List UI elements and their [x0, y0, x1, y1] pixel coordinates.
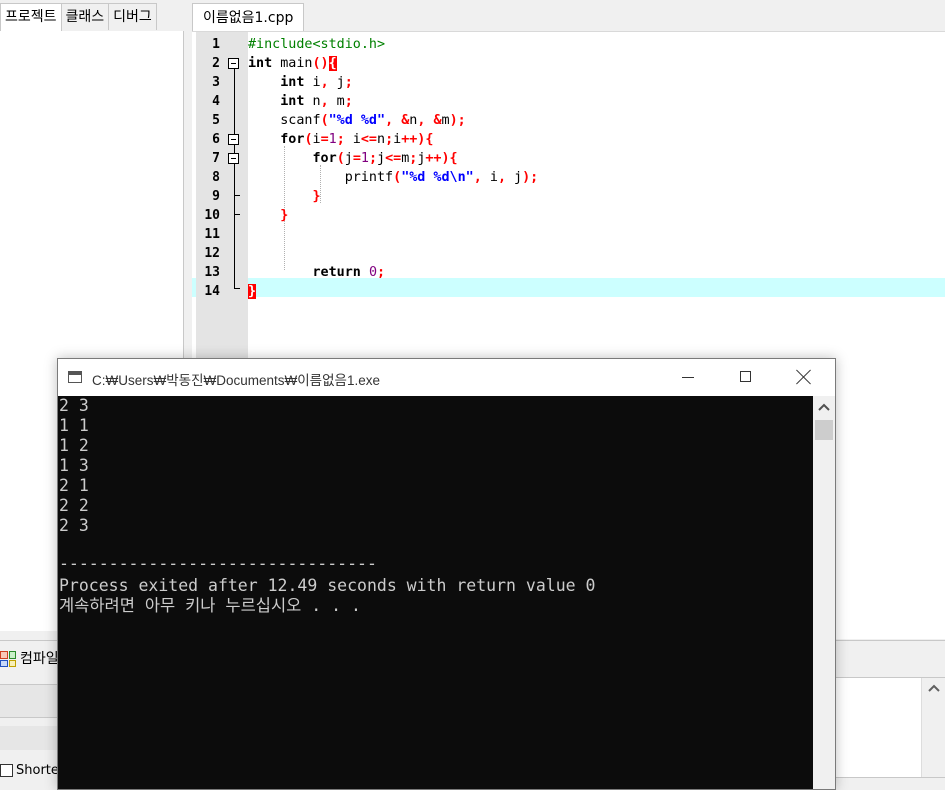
close-icon — [796, 369, 812, 385]
code-line-6: for(i=1; i<=n;i++){ — [280, 132, 434, 147]
line-number: 10 — [204, 208, 220, 223]
tab-file[interactable]: 이름없음1.cpp — [192, 3, 305, 32]
line-number: 2 — [212, 56, 220, 71]
minimize-icon — [682, 377, 694, 378]
console-line: 2 2 — [59, 496, 89, 515]
compiler-toolbar-lower — [0, 726, 60, 750]
console-line: 1 2 — [59, 436, 89, 455]
console-prompt-message: 계속하려면 아무 키나 누르십시오 . . . — [59, 596, 361, 615]
scroll-up-icon[interactable] — [922, 678, 945, 698]
code-line-10: } — [280, 208, 289, 223]
code-line-13: return 0; — [312, 265, 386, 280]
console-line: 1 3 — [59, 456, 89, 475]
scroll-up-icon[interactable] — [813, 396, 835, 418]
fold-collapse-icon[interactable] — [228, 134, 239, 145]
compile-tab-label: 컴파일 — [20, 651, 59, 667]
console-scrollbar[interactable] — [813, 396, 835, 789]
fold-collapse-icon[interactable] — [228, 153, 239, 164]
fold-collapse-icon[interactable] — [228, 58, 239, 69]
line-number: 5 — [212, 113, 220, 128]
code-line-14: } — [248, 284, 257, 299]
compiler-output-area[interactable] — [834, 677, 945, 778]
code-line-8: printf("%d %d\n", i, j); — [248, 170, 539, 185]
line-number: 8 — [212, 170, 220, 185]
fold-end-marker — [234, 288, 240, 289]
tab-class[interactable]: 클래스 — [60, 3, 110, 30]
output-scrollbar[interactable] — [921, 678, 945, 777]
console-line: 1 1 — [59, 416, 89, 435]
close-button[interactable] — [775, 359, 833, 396]
line-number: 4 — [212, 94, 220, 109]
compiler-toolbar — [0, 684, 60, 718]
maximize-button[interactable] — [717, 359, 775, 396]
line-number: 13 — [204, 265, 220, 280]
console-separator: -------------------------------- — [59, 554, 377, 573]
console-app-icon — [68, 371, 82, 383]
tab-project[interactable]: 프로젝트 — [0, 3, 62, 32]
line-number: 7 — [212, 151, 220, 166]
code-line-1: #include<stdio.h> — [248, 37, 386, 52]
console-window[interactable]: C:₩Users₩박동진₩Documents₩이름없음1.exe 2 3 1 1… — [57, 358, 836, 790]
line-number: 1 — [212, 37, 220, 52]
console-output[interactable]: 2 3 1 1 1 2 1 3 2 1 2 2 2 3 ------------… — [58, 396, 813, 789]
console-title: C:₩Users₩박동진₩Documents₩이름없음1.exe — [92, 373, 380, 388]
console-line: 2 3 — [59, 516, 89, 535]
shortcut-checkbox[interactable] — [0, 764, 13, 777]
tab-compile[interactable]: 컴파일 — [0, 646, 59, 672]
fold-end-marker — [234, 195, 240, 196]
line-number: 11 — [204, 227, 220, 242]
code-line-7: for(j=1;j<=m;j++){ — [312, 151, 458, 166]
left-panel-tabs: 프로젝트 클래스 디버그 — [0, 3, 157, 32]
minimize-button[interactable] — [659, 359, 717, 396]
shortcut-checkbox-label: Shorte — [16, 763, 59, 778]
editor-tabs: 이름없음1.cpp — [192, 3, 305, 32]
compiler-grid-icon — [0, 651, 16, 667]
console-line: 2 1 — [59, 476, 89, 495]
code-line-9: } — [312, 189, 321, 204]
line-number: 14 — [204, 284, 220, 299]
line-number: 3 — [212, 75, 220, 90]
shortcut-checkbox-row[interactable]: Shorte — [0, 763, 59, 778]
console-titlebar[interactable]: C:₩Users₩박동진₩Documents₩이름없음1.exe — [58, 359, 835, 396]
line-number: 6 — [212, 132, 220, 147]
line-number: 9 — [212, 189, 220, 204]
console-line: 2 3 — [59, 396, 89, 415]
scrollbar-thumb[interactable] — [815, 420, 833, 440]
console-exit-message: Process exited after 12.49 seconds with … — [59, 576, 596, 595]
fold-guide-line — [234, 67, 235, 288]
tab-debug[interactable]: 디버그 — [108, 3, 157, 30]
line-number: 12 — [204, 246, 220, 261]
code-line-3: int i, j; — [280, 75, 353, 90]
maximize-icon — [740, 371, 751, 382]
code-line-5: scanf("%d %d", &n, &m); — [248, 113, 466, 128]
code-line-4: int n, m; — [280, 94, 353, 109]
fold-end-marker — [234, 214, 240, 215]
code-line-2: int main(){ — [248, 56, 337, 71]
